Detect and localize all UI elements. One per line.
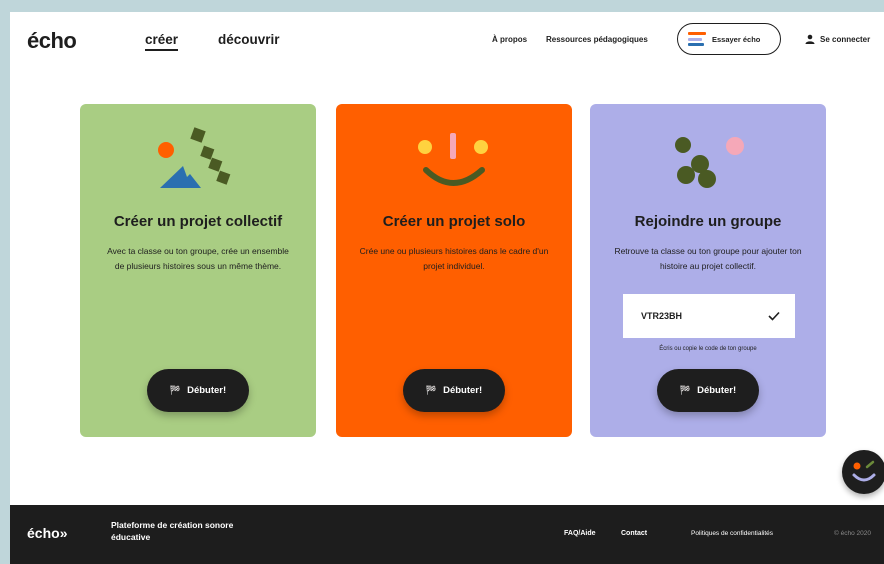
checkered-flag-icon: 🏁 (679, 385, 692, 395)
try-echo-label: Essayer écho (712, 34, 761, 44)
footer-logo[interactable]: écho» (27, 525, 67, 541)
group-circles-icon (675, 137, 744, 188)
card-join-group: Rejoindre un groupe Retrouve ta classe o… (590, 104, 826, 437)
group-code-input[interactable]: VTR23BH (623, 294, 795, 338)
card-title: Créer un projet solo (382, 213, 526, 230)
double-arrow-icon: » (59, 525, 68, 541)
card-description: Retrouve ta classe ou ton groupe pour aj… (614, 246, 802, 271)
page: écho créer découvrir À propos Ressources… (10, 12, 884, 564)
wink-face-icon (852, 460, 876, 482)
chat-assistant-button[interactable] (842, 450, 884, 494)
start-label: Débuter! (697, 385, 737, 396)
smiley-face-icon (418, 133, 488, 186)
footer: écho» Plateforme de création sonore éduc… (10, 505, 884, 564)
footer-faq-link[interactable]: FAQ/Aide (564, 530, 596, 537)
check-icon (768, 311, 780, 321)
collective-shapes-icon (158, 127, 231, 188)
checkered-flag-icon: 🏁 (425, 385, 438, 395)
nav-creer[interactable]: créer (145, 32, 179, 51)
nav-a-propos[interactable]: À propos (492, 35, 527, 44)
start-label: Débuter! (443, 385, 483, 396)
start-solo-button[interactable]: 🏁 Débuter! (403, 369, 505, 412)
footer-logo-text: écho (27, 525, 60, 541)
nav-ressources[interactable]: Ressources pédagogiques (546, 35, 648, 44)
card-title: Rejoindre un groupe (634, 213, 782, 230)
header: écho créer découvrir À propos Ressources… (10, 12, 884, 70)
try-echo-button[interactable]: Essayer écho (677, 23, 781, 55)
login-link[interactable]: Se connecter (805, 34, 870, 44)
footer-privacy-link[interactable]: Politiques de confidentialités (691, 530, 773, 537)
card-solo-project: Créer un projet solo Crée une ou plusieu… (336, 104, 572, 437)
group-code-hint: Écris ou copie le code de ton groupe (659, 346, 757, 352)
nav-decouvrir[interactable]: découvrir (218, 32, 280, 47)
card-title: Créer un projet collectif (113, 213, 283, 230)
start-collective-button[interactable]: 🏁 Débuter! (147, 369, 249, 412)
waveform-icon (688, 32, 706, 46)
start-label: Débuter! (187, 385, 227, 396)
card-collective-project: Créer un projet collectif Avec ta classe… (80, 104, 316, 437)
card-description: Crée une ou plusieurs histoires dans le … (359, 246, 549, 271)
footer-tagline: Plateforme de création sonore éducative (111, 520, 234, 542)
card-description: Avec ta classe ou ton groupe, crée un en… (107, 246, 289, 271)
user-icon (805, 34, 815, 44)
group-code-value: VTR23BH (641, 311, 683, 321)
footer-contact-link[interactable]: Contact (621, 530, 647, 537)
login-label: Se connecter (820, 34, 871, 44)
footer-copyright: © écho 2020 (834, 530, 871, 537)
checkered-flag-icon: 🏁 (169, 385, 182, 395)
start-join-button[interactable]: 🏁 Débuter! (657, 369, 759, 412)
logo[interactable]: écho (27, 28, 77, 54)
